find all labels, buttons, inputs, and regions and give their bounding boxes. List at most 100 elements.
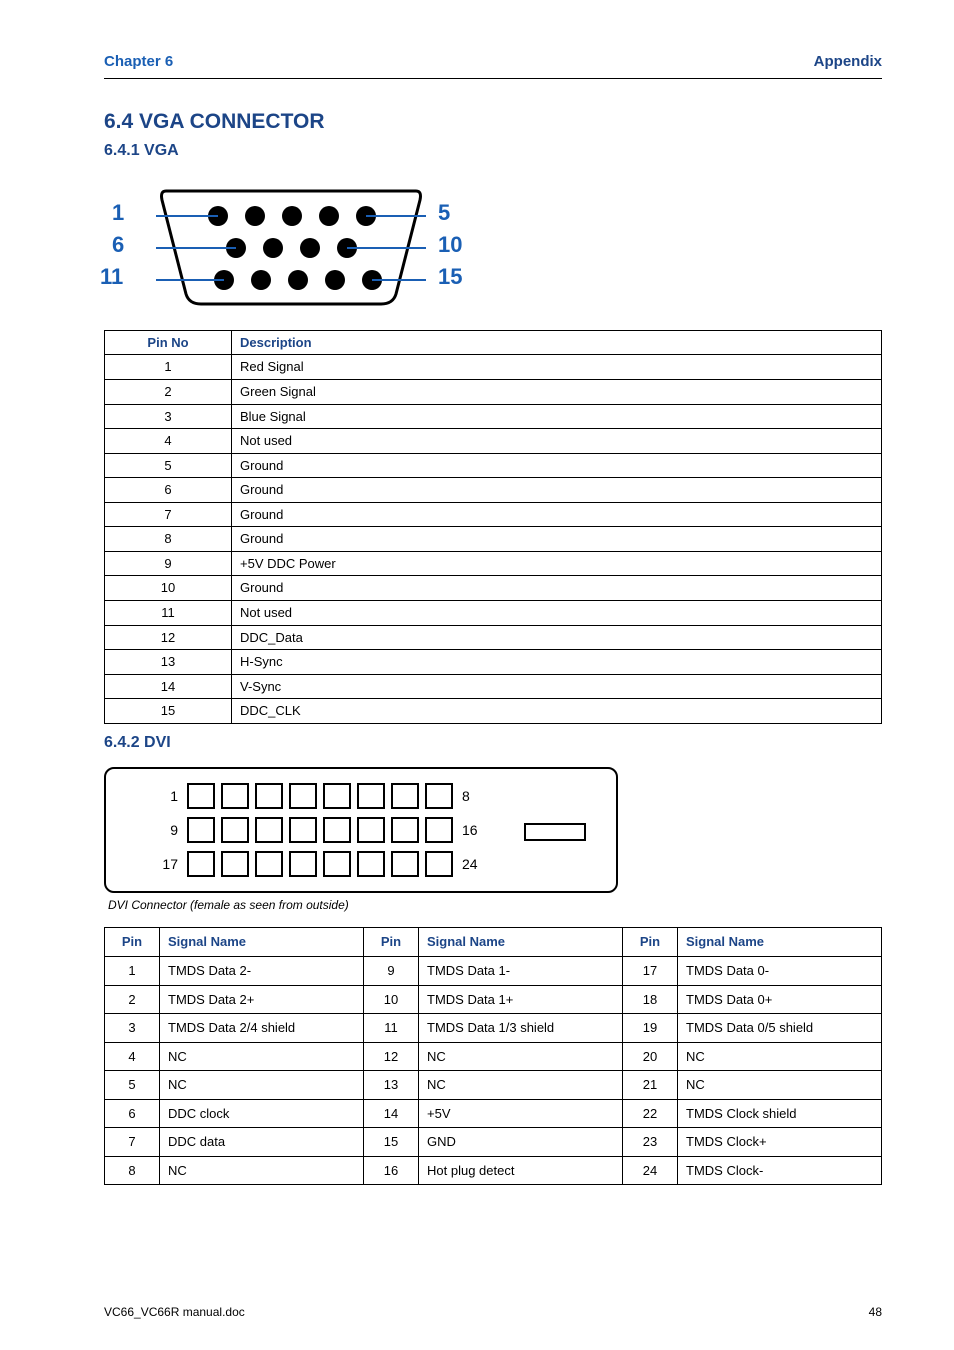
cell-pin: 21 <box>623 1071 678 1100</box>
cell-pin: 6 <box>105 1099 160 1128</box>
cell-name: TMDS Data 2- <box>160 957 364 986</box>
table-row: 7DDC data15GND23TMDS Clock+ <box>105 1128 882 1157</box>
table-row: 13H-Sync <box>105 650 882 675</box>
cell-name: NC <box>160 1071 364 1100</box>
cell-pin: 5 <box>105 453 232 478</box>
cell-pin: 11 <box>364 1014 419 1043</box>
col-name: Signal Name <box>160 928 364 957</box>
cell-desc: Red Signal <box>232 355 882 380</box>
cell-pin: 12 <box>105 625 232 650</box>
vga-pin-label-5: 5 <box>438 198 450 228</box>
col-name: Signal Name <box>678 928 882 957</box>
cell-desc: DDC_CLK <box>232 699 882 724</box>
dvi-pin-icon <box>221 817 249 843</box>
cell-desc: Not used <box>232 429 882 454</box>
dvi-pin-icon <box>357 851 385 877</box>
cell-desc: Blue Signal <box>232 404 882 429</box>
table-row: 2Green Signal <box>105 380 882 405</box>
dvi-pin-icon <box>323 817 351 843</box>
dvi-pin-icon <box>289 783 317 809</box>
cell-desc: Ground <box>232 478 882 503</box>
cell-pin: 22 <box>623 1099 678 1128</box>
cell-name: TMDS Data 1+ <box>419 985 623 1014</box>
table-row: 8Ground <box>105 527 882 552</box>
cell-name: NC <box>160 1042 364 1071</box>
col-pin: Pin <box>105 928 160 957</box>
header-section: Appendix <box>814 52 882 72</box>
table-row: 11Not used <box>105 600 882 625</box>
cell-pin: 17 <box>623 957 678 986</box>
cell-pin: 3 <box>105 404 232 429</box>
table-row: 8NC16Hot plug detect24TMDS Clock- <box>105 1156 882 1185</box>
dvi-row-label: 24 <box>462 855 484 874</box>
dvi-row-label: 8 <box>462 787 484 806</box>
dvi-pin-icon <box>255 783 283 809</box>
vga-title: 6.4 VGA CONNECTOR <box>104 108 882 136</box>
footer-filename: VC66_VC66R manual.doc <box>104 1305 245 1319</box>
cell-pin: 18 <box>623 985 678 1014</box>
vga-connector-diagram: 1 6 11 5 10 15 <box>94 176 494 316</box>
table-row: 6DDC clock14+5V22TMDS Clock shield <box>105 1099 882 1128</box>
cell-pin: 16 <box>364 1156 419 1185</box>
dvi-row-label: 9 <box>156 821 178 840</box>
cell-name: NC <box>419 1071 623 1100</box>
dvi-pin-icon <box>425 817 453 843</box>
dvi-pin-icon <box>391 817 419 843</box>
vga-shell-icon <box>156 186 426 306</box>
dvi-pin-icon <box>289 817 317 843</box>
cell-name: NC <box>160 1156 364 1185</box>
cell-desc: DDC_Data <box>232 625 882 650</box>
col-desc: Description <box>232 330 882 355</box>
table-row: 14V-Sync <box>105 674 882 699</box>
dvi-pin-icon <box>289 851 317 877</box>
cell-name: TMDS Data 1- <box>419 957 623 986</box>
vga-pin-table: Pin No Description 1Red Signal2Green Sig… <box>104 330 882 724</box>
table-row: 3Blue Signal <box>105 404 882 429</box>
table-row: 6Ground <box>105 478 882 503</box>
dvi-blade-icon <box>524 823 586 841</box>
dvi-subtitle: 6.4.2 DVI <box>104 732 882 754</box>
cell-pin: 12 <box>364 1042 419 1071</box>
cell-name: NC <box>419 1042 623 1071</box>
dvi-pin-table: Pin Signal Name Pin Signal Name Pin Sign… <box>104 927 882 1185</box>
dvi-row-label: 1 <box>156 787 178 806</box>
cell-name: GND <box>419 1128 623 1157</box>
footer-page-number: 48 <box>869 1304 882 1320</box>
cell-pin: 4 <box>105 1042 160 1071</box>
col-name: Signal Name <box>419 928 623 957</box>
table-row: 3TMDS Data 2/4 shield11TMDS Data 1/3 shi… <box>105 1014 882 1043</box>
page-footer: VC66_VC66R manual.doc 48 <box>104 1304 882 1320</box>
cell-pin: 13 <box>105 650 232 675</box>
cell-desc: Ground <box>232 453 882 478</box>
table-row: 2TMDS Data 2+10TMDS Data 1+18TMDS Data 0… <box>105 985 882 1014</box>
cell-desc: Ground <box>232 576 882 601</box>
cell-pin: 5 <box>105 1071 160 1100</box>
cell-pin: 13 <box>364 1071 419 1100</box>
table-row: 5Ground <box>105 453 882 478</box>
cell-pin: 15 <box>364 1128 419 1157</box>
cell-pin: 1 <box>105 957 160 986</box>
cell-desc: +5V DDC Power <box>232 551 882 576</box>
cell-desc: H-Sync <box>232 650 882 675</box>
dvi-row-label: 16 <box>462 821 484 840</box>
cell-name: Hot plug detect <box>419 1156 623 1185</box>
dvi-pin-icon <box>323 783 351 809</box>
cell-desc: V-Sync <box>232 674 882 699</box>
vga-pin-label-10: 10 <box>438 230 462 260</box>
dvi-pin-icon <box>357 783 385 809</box>
cell-name: NC <box>678 1071 882 1100</box>
dvi-pin-icon <box>255 851 283 877</box>
col-pin: Pin No <box>105 330 232 355</box>
cell-pin: 2 <box>105 380 232 405</box>
cell-desc: Ground <box>232 527 882 552</box>
table-row: 9+5V DDC Power <box>105 551 882 576</box>
cell-pin: 11 <box>105 600 232 625</box>
dvi-pin-icon <box>425 783 453 809</box>
dvi-pin-icon <box>221 783 249 809</box>
cell-pin: 6 <box>105 478 232 503</box>
dvi-connector-diagram: 1 8 9 16 17 24 <box>104 767 618 893</box>
cell-pin: 1 <box>105 355 232 380</box>
table-row: 4Not used <box>105 429 882 454</box>
cell-name: DDC data <box>160 1128 364 1157</box>
vga-pin-label-15: 15 <box>438 262 462 292</box>
